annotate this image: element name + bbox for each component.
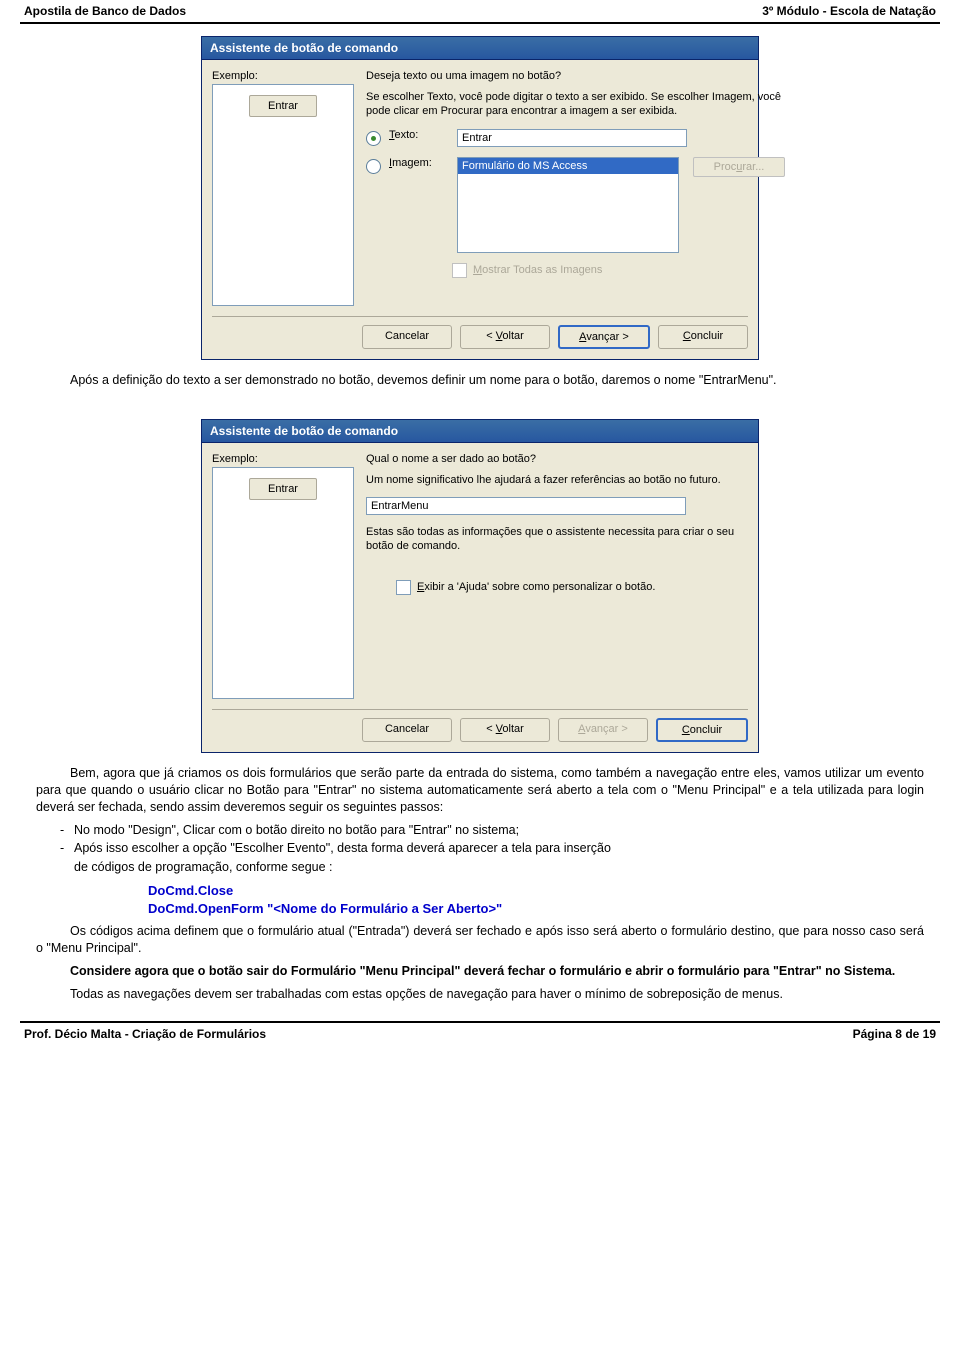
header-rule xyxy=(20,22,940,24)
radio-image[interactable] xyxy=(366,159,381,174)
option-image-label[interactable]: Imagem: xyxy=(389,157,449,169)
dialog1-title: Assistente de botão de comando xyxy=(202,37,758,60)
code-line-2: DoCmd.OpenForm "<Nome do Formulário a Se… xyxy=(148,900,924,918)
text-button-input[interactable]: Entrar xyxy=(457,129,687,147)
dialog2-next-button: Avançar > xyxy=(558,718,648,742)
image-listbox[interactable]: Formulário do MS Access xyxy=(457,157,679,253)
image-list-selected[interactable]: Formulário do MS Access xyxy=(458,158,678,174)
dialog2-help: Um nome significativo lhe ajudará a faze… xyxy=(366,473,748,487)
footer-right: Página 8 de 19 xyxy=(853,1027,936,1041)
dialog1-question: Deseja texto ou uma imagem no botão? xyxy=(366,70,785,82)
paragraph-5: Todas as navegações devem ser trabalhada… xyxy=(36,986,924,1003)
show-all-images-checkbox xyxy=(452,263,467,278)
paragraph-4: Considere agora que o botão sair do Form… xyxy=(36,963,924,980)
browse-button: Procurar... xyxy=(693,157,785,177)
button-name-input[interactable]: EntrarMenu xyxy=(366,497,686,515)
dialog1-next-button[interactable]: Avançar > xyxy=(558,325,650,349)
option-text-label[interactable]: Texto: xyxy=(389,129,449,141)
show-help-checkbox[interactable] xyxy=(396,580,411,595)
option-row-image: Imagem: Formulário do MS Access Procurar… xyxy=(366,157,785,253)
header-left: Apostila de Banco de Dados xyxy=(24,4,186,18)
paragraph-1: Após a definição do texto a ser demonstr… xyxy=(36,372,924,389)
dialog2-finish-button[interactable]: Concluir xyxy=(656,718,748,742)
header-right: 3º Módulo - Escola de Natação xyxy=(762,4,936,18)
dialog1-cancel-button[interactable]: Cancelar xyxy=(362,325,452,349)
code-line-1: DoCmd.Close xyxy=(148,882,924,900)
dialog2-sample-button: Entrar xyxy=(249,478,317,500)
dialog2-preview-label: Exemplo: xyxy=(212,453,354,465)
dialog1-preview-pane: Entrar xyxy=(212,84,354,306)
code-block: DoCmd.Close DoCmd.OpenForm "<Nome do For… xyxy=(148,882,924,917)
step-2-line1: Após isso escolher a opção "Escolher Eve… xyxy=(74,840,924,858)
step-1: No modo "Design", Clicar com o botão dir… xyxy=(74,822,924,840)
dialog2-back-button[interactable]: < Voltar xyxy=(460,718,550,742)
show-help-label: Exibir a 'Ajuda' sobre como personalizar… xyxy=(417,581,655,593)
wizard-dialog-2: Assistente de botão de comando Exemplo: … xyxy=(201,419,759,753)
dialog1-finish-button[interactable]: Concluir xyxy=(658,325,748,349)
dialog2-after-text: Estas são todas as informações que o ass… xyxy=(366,525,748,554)
dialog1-separator xyxy=(212,316,748,317)
dialog1-preview-label: Exemplo: xyxy=(212,70,354,82)
dialog2-question: Qual o nome a ser dado ao botão? xyxy=(366,453,748,465)
radio-text[interactable] xyxy=(366,131,381,146)
steps-list: -No modo "Design", Clicar com o botão di… xyxy=(60,822,924,877)
option-row-text: Texto: Entrar xyxy=(366,129,785,147)
paragraph-3: Os códigos acima definem que o formulári… xyxy=(36,923,924,957)
dialog2-title: Assistente de botão de comando xyxy=(202,420,758,443)
footer-left: Prof. Décio Malta - Criação de Formulári… xyxy=(24,1027,266,1041)
dialog1-help: Se escolher Texto, você pode digitar o t… xyxy=(366,90,785,119)
paragraph-2: Bem, agora que já criamos os dois formul… xyxy=(36,765,924,816)
dialog1-sample-button: Entrar xyxy=(249,95,317,117)
show-all-images-label: Mostrar Todas as Imagens xyxy=(473,264,602,276)
wizard-dialog-1: Assistente de botão de comando Exemplo: … xyxy=(201,36,759,360)
step-2-line2: de códigos de programação, conforme segu… xyxy=(74,859,924,877)
dialog2-preview-pane: Entrar xyxy=(212,467,354,699)
dialog2-separator xyxy=(212,709,748,710)
dialog1-back-button[interactable]: < Voltar xyxy=(460,325,550,349)
dialog2-cancel-button[interactable]: Cancelar xyxy=(362,718,452,742)
